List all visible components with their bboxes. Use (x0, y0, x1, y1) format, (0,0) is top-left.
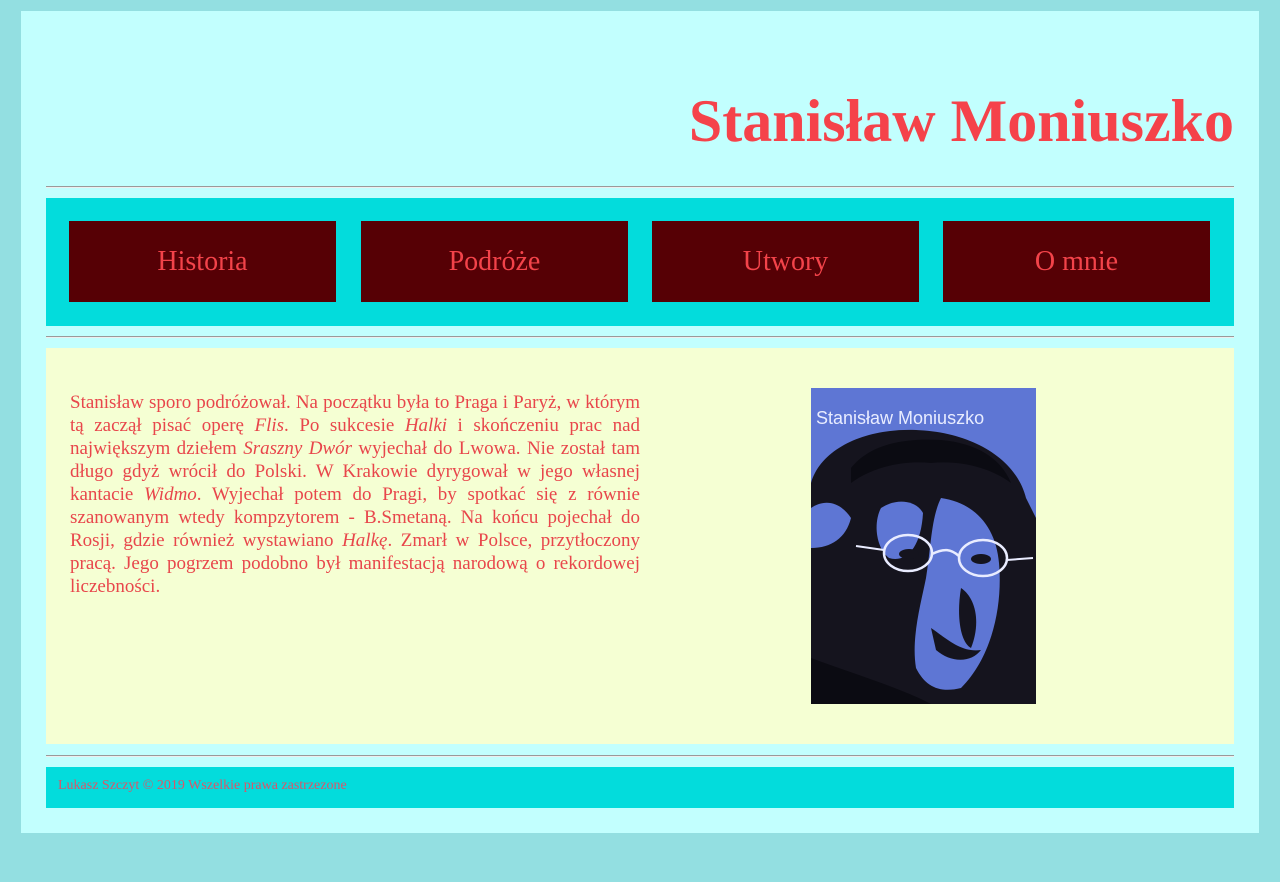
divider-bottom (46, 755, 1234, 757)
moniuszko-portrait-icon (811, 429, 1036, 704)
italic-title: Halki (404, 415, 448, 436)
page-container: Stanisław Moniuszko Historia Podróże Utw… (21, 11, 1259, 833)
italic-title: Flis (254, 415, 285, 436)
italic-title: Halkę (342, 530, 388, 551)
italic-title: Widmo (144, 484, 197, 505)
paragraph-text: . Po sukcesie (284, 415, 405, 436)
nav-item-historia[interactable]: Historia (69, 221, 336, 302)
nav-item-podroze[interactable]: Podróże (361, 221, 628, 302)
nav-item-o-mnie[interactable]: O mnie (943, 221, 1210, 302)
divider-middle (46, 336, 1234, 338)
nav-item-utwory[interactable]: Utwory (652, 221, 919, 302)
portrait-image: Stanisław Moniuszko (811, 388, 1036, 704)
italic-title: Sraszny Dwór (243, 438, 353, 459)
content-section: Stanisław sporo podróżował. Na początku … (46, 348, 1234, 744)
main-nav: Historia Podróże Utwory O mnie (46, 198, 1234, 326)
divider-top (46, 186, 1234, 188)
travel-paragraph: Stanisław sporo podróżował. Na początku … (70, 391, 640, 598)
page-title: Stanisław Moniuszko (688, 88, 1234, 154)
copyright-text: Lukasz Szczyt © 2019 Wszelkie prawa zast… (58, 778, 347, 793)
footer: Lukasz Szczyt © 2019 Wszelkie prawa zast… (46, 767, 1234, 808)
portrait-caption: Stanisław Moniuszko (816, 408, 985, 428)
